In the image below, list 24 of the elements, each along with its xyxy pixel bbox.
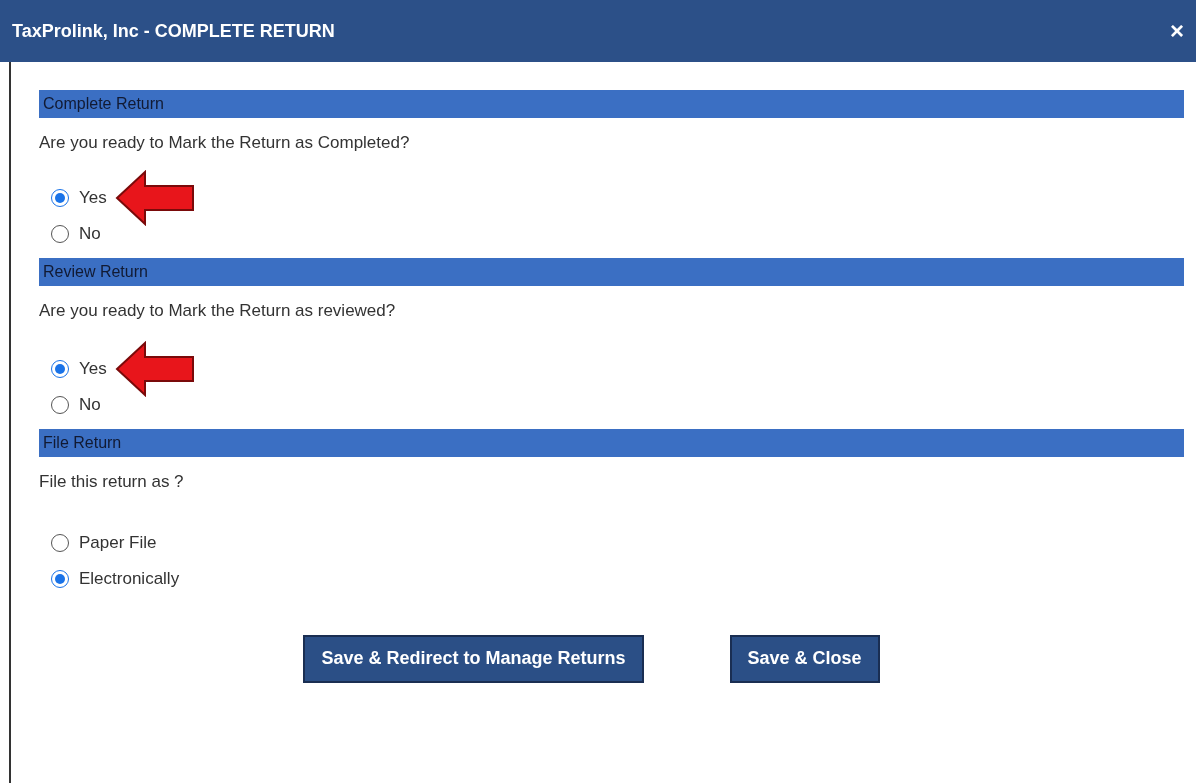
radio-button[interactable] xyxy=(51,188,69,207)
arrow-icon xyxy=(114,169,197,226)
option-label: Electronically xyxy=(79,567,180,590)
radio-button[interactable] xyxy=(51,569,69,588)
action-button[interactable]: Save & Redirect to Manage Returns xyxy=(303,634,644,683)
section-heading: Complete Return xyxy=(43,94,164,114)
radio-button[interactable] xyxy=(51,533,69,552)
window-title: TaxProlink, Inc - COMPLETE RETURN xyxy=(12,19,335,43)
option-label: No xyxy=(79,394,101,417)
question-text: File this return as ? xyxy=(39,471,184,493)
option-label: Paper File xyxy=(79,531,157,554)
question-text: Are you ready to Mark the Return as Completed? xyxy=(39,132,410,154)
option-label: No xyxy=(79,222,101,245)
close-button[interactable]: × xyxy=(1170,19,1184,43)
radio-button[interactable] xyxy=(51,224,69,243)
option-label: Yes xyxy=(79,358,107,381)
radio-button[interactable] xyxy=(51,396,69,414)
option-label: Yes xyxy=(79,186,107,209)
section-heading: File Return xyxy=(43,433,122,453)
section-heading: Review Return xyxy=(43,261,148,282)
action-button[interactable]: Save & Close xyxy=(729,634,880,683)
question-text: Are you ready to Mark the Return as reviewed? xyxy=(39,299,396,322)
arrow-icon xyxy=(114,341,197,397)
radio-button[interactable] xyxy=(51,360,69,378)
